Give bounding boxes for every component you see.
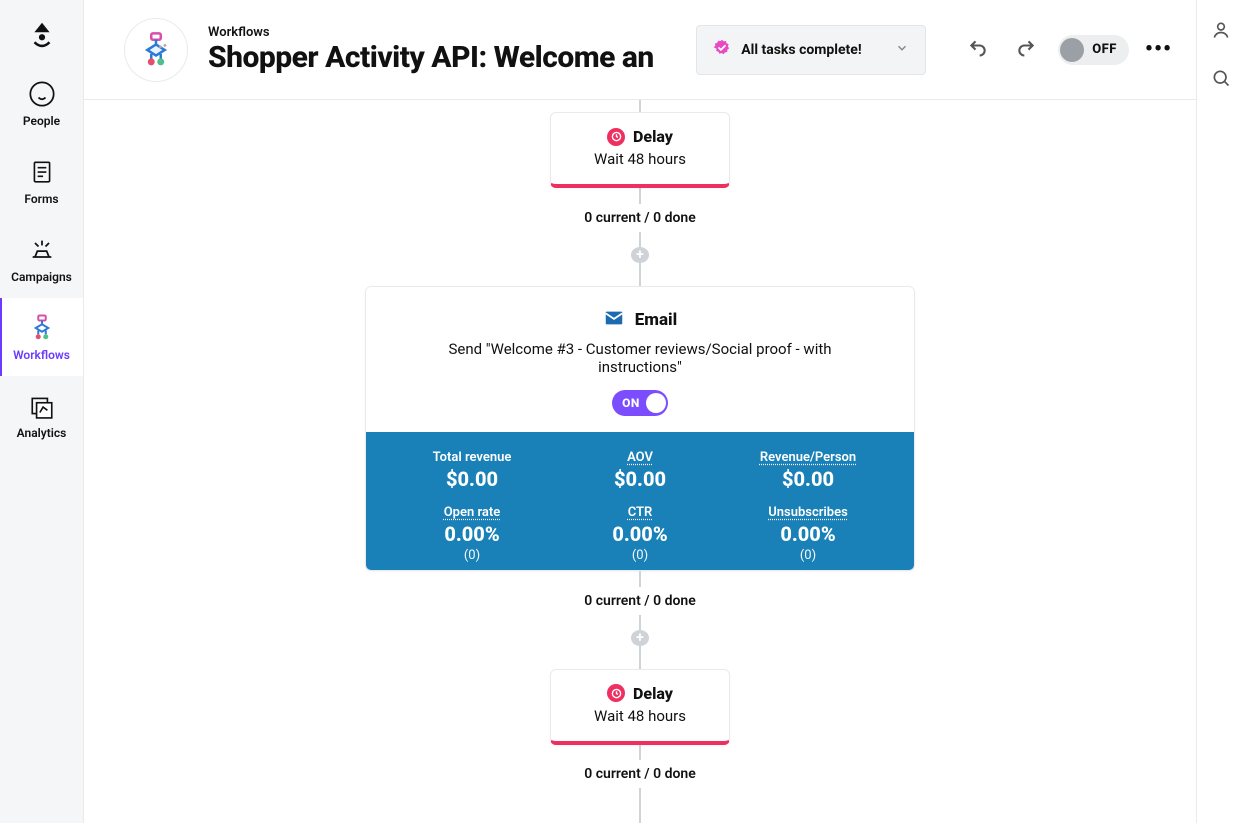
delay-node[interactable]: Delay Wait 48 hours [550,112,730,188]
stat-value: $0.00 [388,467,556,491]
header: Workflows Shopper Activity API: Welcome … [84,0,1196,100]
node-status: 0 current / 0 done [584,210,696,226]
email-node-desc: Send "Welcome #3 - Customer reviews/Soci… [405,340,875,376]
toggle-knob [646,393,666,413]
campaigns-icon [28,234,56,266]
stat-label: CTR [556,505,724,520]
sidebar-item-campaigns[interactable]: Campaigns [0,220,83,298]
stat-label: Open rate [388,505,556,520]
stat-label: AOV [556,450,724,465]
forms-icon [29,156,55,188]
workflows-icon [27,312,57,344]
delay-desc: Wait 48 hours [569,707,711,725]
undo-button[interactable] [962,32,994,68]
stat-value: 0.00% [388,522,556,546]
redo-button[interactable] [1010,32,1042,68]
stat-label: Revenue/Person [724,450,892,465]
email-toggle-label: ON [622,396,640,410]
sidebar-item-label: Workflows [13,348,70,362]
email-toggle[interactable]: ON [612,390,668,416]
delay-desc: Wait 48 hours [569,150,711,168]
node-status: 0 current / 0 done [584,593,696,609]
check-badge-icon [713,39,731,61]
tasks-dropdown[interactable]: All tasks complete! [696,25,926,75]
stat-label: Unsubscribes [724,505,892,520]
mail-icon [603,307,625,334]
clock-icon [607,684,625,702]
sidebar-item-label: Campaigns [11,270,72,284]
sidebar-item-label: Forms [24,192,58,206]
email-node[interactable]: Email Send "Welcome #3 - Customer review… [365,286,915,571]
page-title: Shopper Activity API: Welcome an [208,40,676,75]
email-stats: Total revenue $0.00 AOV $0.00 Revenue/Pe… [366,432,914,571]
sidebar: People Forms Campaigns [0,0,84,823]
node-status: 0 current / 0 done [584,766,696,782]
stat-sub: (0) [724,548,892,563]
stat-value: $0.00 [556,467,724,491]
sidebar-item-workflows[interactable]: Workflows [0,298,83,376]
stat-label: Total revenue [388,450,556,465]
workflow-canvas[interactable]: Delay Wait 48 hours 0 current / 0 done +… [84,100,1196,823]
sidebar-item-label: People [23,114,60,128]
add-step-button[interactable]: + [631,247,649,263]
account-button[interactable] [1211,20,1231,44]
breadcrumb[interactable]: Workflows [208,25,676,40]
sidebar-item-people[interactable]: People [0,64,83,142]
sidebar-item-label: Analytics [17,426,67,440]
stat-sub: (0) [388,548,556,563]
email-node-title: Email [635,310,677,330]
chevron-down-icon [895,40,909,59]
brand-logo[interactable] [0,8,83,64]
stat-value: 0.00% [556,522,724,546]
delay-node[interactable]: Delay Wait 48 hours [550,669,730,745]
people-icon [28,78,56,110]
search-button[interactable] [1211,68,1231,92]
right-rail [1197,0,1245,823]
more-menu-button[interactable]: ••• [1145,37,1172,62]
stat-value: $0.00 [724,467,892,491]
stat-value: 0.00% [724,522,892,546]
stat-sub: (0) [556,548,724,563]
clock-icon [607,128,625,146]
toggle-label: OFF [1092,42,1117,57]
delay-title: Delay [633,684,673,703]
toggle-knob [1060,38,1084,62]
workflow-avatar [124,18,188,82]
workflow-toggle[interactable]: OFF [1058,35,1129,65]
sidebar-item-analytics[interactable]: Analytics [0,376,83,454]
sidebar-item-forms[interactable]: Forms [0,142,83,220]
delay-title: Delay [633,127,673,146]
tasks-label: All tasks complete! [741,42,861,58]
add-step-button[interactable]: + [631,630,649,646]
analytics-icon [29,390,55,422]
